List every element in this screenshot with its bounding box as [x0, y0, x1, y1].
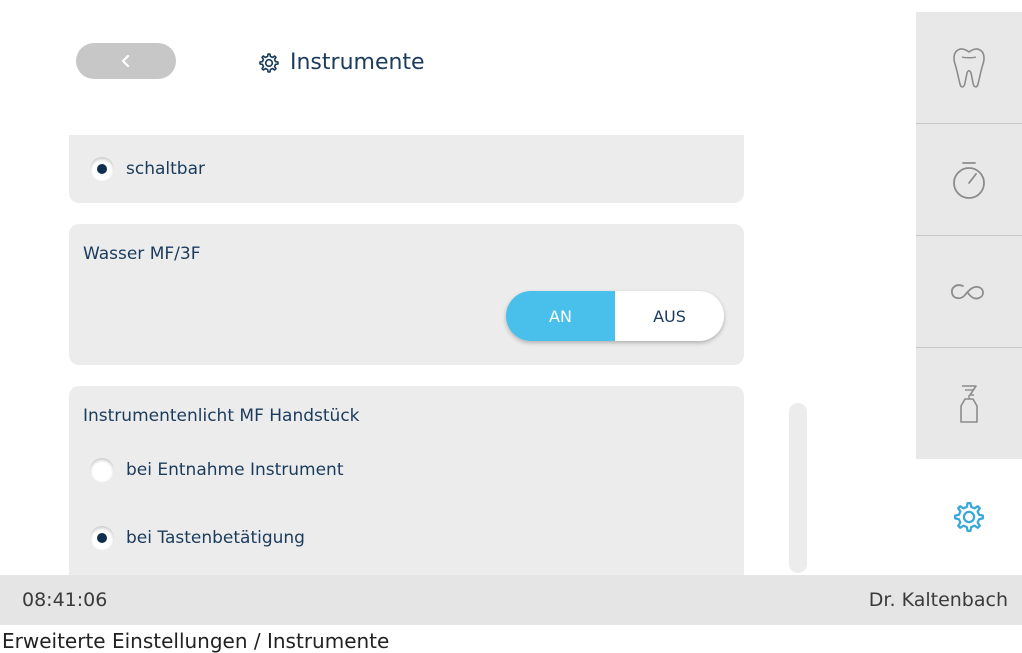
screen-caption: Erweiterte Einstellungen / Instrumente [2, 629, 390, 653]
radio-label: bei Tastenbetätigung [126, 528, 305, 548]
status-user: Dr. Kaltenbach [868, 589, 1008, 611]
status-bar: 08:41:06 Dr. Kaltenbach [0, 575, 1022, 625]
settings-card-light: Instrumentenlicht MF Handstück bei Entna… [69, 386, 744, 575]
back-button[interactable] [76, 43, 176, 79]
settings-list[interactable]: schaltbar Wasser MF/3F AN AUS Instrument… [0, 120, 790, 575]
settings-card-mode: schaltbar [69, 135, 744, 203]
radio-label: schaltbar [126, 159, 205, 179]
radio-option-schaltbar[interactable]: schaltbar [90, 157, 205, 181]
nav-item-timer[interactable] [916, 124, 1022, 235]
card-title: Wasser MF/3F [83, 244, 201, 264]
radio-option-entnahme[interactable]: bei Entnahme Instrument [90, 458, 343, 482]
spray-bottle-icon [960, 384, 978, 423]
nav-item-tubing[interactable] [916, 236, 1022, 347]
status-time: 08:41:06 [22, 589, 108, 611]
radio-option-tastenbetaetigung[interactable]: bei Tastenbetätigung [90, 526, 305, 550]
screen: Instrumente schaltbar Wasser MF/3F AN AU… [0, 0, 1022, 625]
tubing-icon [950, 283, 984, 299]
chevron-left-icon [121, 54, 130, 68]
radio-button[interactable] [90, 526, 114, 550]
gear-icon [953, 501, 985, 532]
radio-selected-dot [97, 533, 107, 543]
radio-label: bei Entnahme Instrument [126, 460, 344, 480]
scrollbar[interactable] [789, 403, 807, 573]
card-title: Instrumentenlicht MF Handstück [83, 406, 360, 426]
tooth-icon [953, 47, 985, 88]
radio-button[interactable] [90, 157, 114, 181]
nav-item-spray[interactable] [916, 348, 1022, 459]
nav-item-tooth[interactable] [916, 12, 1022, 123]
settings-card-water: Wasser MF/3F AN AUS [69, 224, 744, 365]
nav-item-settings[interactable] [916, 461, 1022, 572]
radio-button[interactable] [90, 458, 114, 482]
radio-selected-dot [97, 164, 107, 174]
gear-icon [259, 52, 279, 73]
page-title-text: Instrumente [290, 50, 425, 75]
toggle-on-button[interactable]: AN [506, 291, 615, 341]
stopwatch-icon [953, 161, 985, 199]
page-title: Instrumente [258, 50, 425, 75]
toggle-off-button[interactable]: AUS [615, 291, 724, 341]
water-toggle[interactable]: AN AUS [506, 291, 724, 341]
